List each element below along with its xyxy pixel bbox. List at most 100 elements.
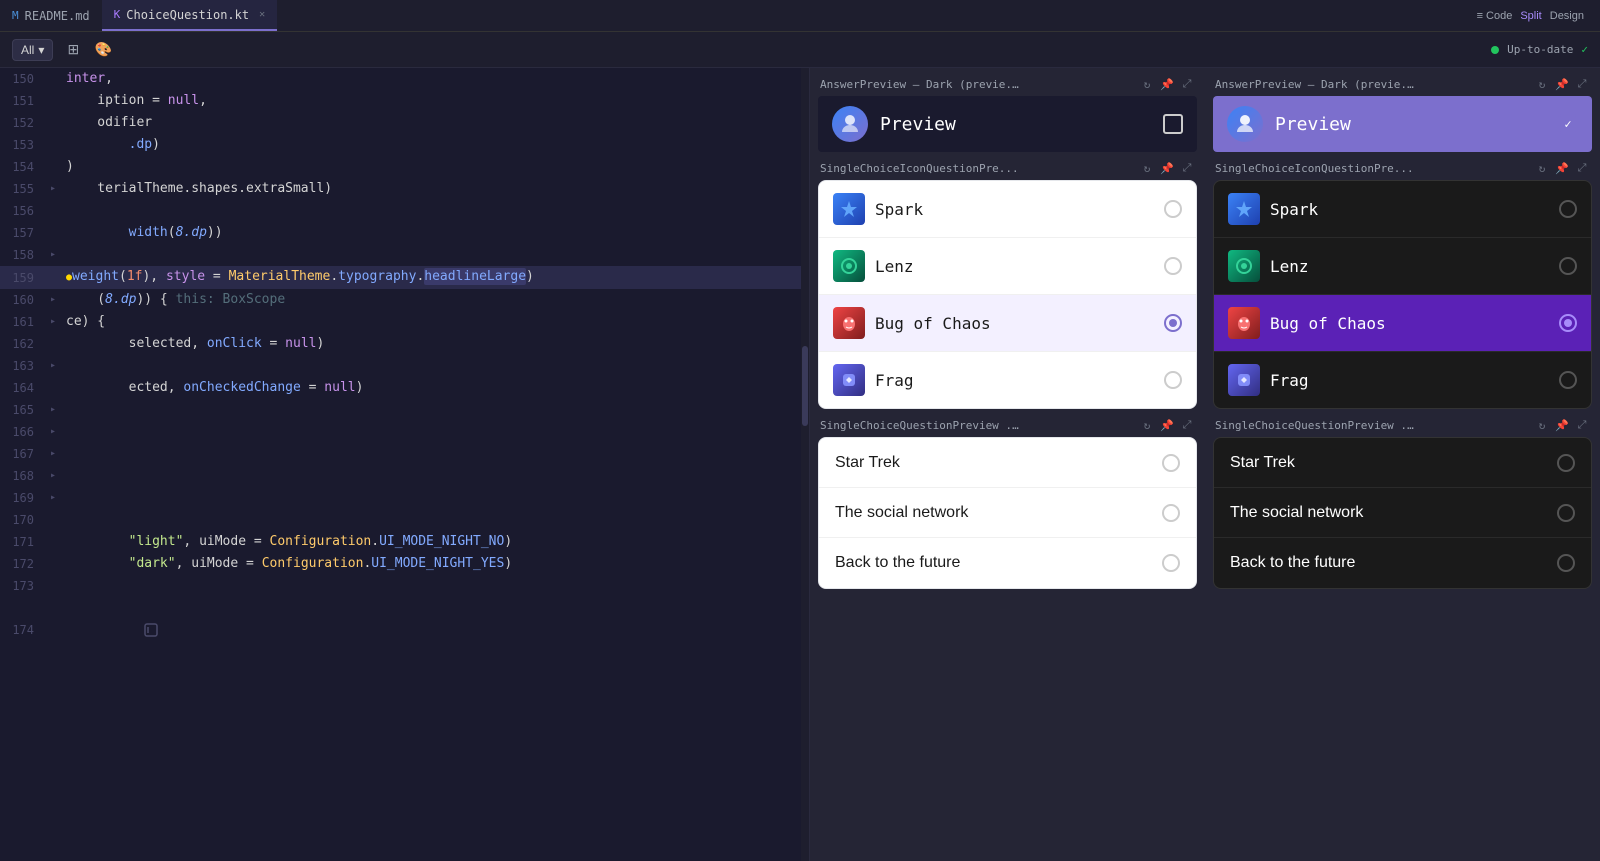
md-icon: M (12, 9, 19, 22)
tab-readme[interactable]: M README.md (0, 0, 102, 31)
answer-preview-label-right: Preview (1275, 114, 1546, 135)
code-line-155: 155 ▸ terialTheme.shapes.extraSmall) (0, 178, 809, 200)
status-area: Up-to-date ✓ (1491, 43, 1588, 56)
refresh-icon-left-2[interactable]: ↻ (1139, 160, 1155, 176)
simple-choice-back-to-future-right[interactable]: Back to the future (1214, 538, 1591, 588)
expand-icon-left-1[interactable]: ⤢ (1179, 76, 1195, 92)
simple-choice-social-network-left[interactable]: The social network (819, 488, 1196, 538)
simple-choice-social-network-right[interactable]: The social network (1214, 488, 1591, 538)
pin-icon-left-2[interactable]: 📌 (1159, 160, 1175, 176)
radio-social-network-right[interactable] (1557, 504, 1575, 522)
code-line-154: 154 ) (0, 156, 809, 178)
choice-item-bug-left[interactable]: Bug of Chaos (819, 295, 1196, 352)
preview-header-left-3: SingleChoiceQuestionPreview ... ↻ 📌 ⤢ (818, 417, 1197, 433)
design-mode-button[interactable]: Design (1550, 10, 1584, 22)
choice-item-frag-right[interactable]: Frag (1214, 352, 1591, 408)
radio-back-to-future-left[interactable] (1162, 554, 1180, 572)
pin-icon-left-1[interactable]: 📌 (1159, 76, 1175, 92)
code-line-173: 173 (0, 575, 809, 597)
choice-item-spark-left[interactable]: Spark (819, 181, 1196, 238)
radio-frag-left[interactable] (1164, 371, 1182, 389)
code-line-165: 165 ▸ (0, 399, 809, 421)
answer-preview-checkbox-right[interactable]: ✓ (1558, 114, 1578, 134)
code-line-168: 168 ▸ (0, 465, 809, 487)
preview-right-column: AnswerPreview – Dark (previe... ↻ 📌 ⤢ (1205, 68, 1600, 861)
answer-preview-checkbox-left[interactable] (1163, 114, 1183, 134)
tab-choice-question[interactable]: K ChoiceQuestion.kt ✕ (102, 0, 277, 31)
radio-bug-left[interactable] (1164, 314, 1182, 332)
radio-lenz-right[interactable] (1559, 257, 1577, 275)
choice-item-bug-right[interactable]: Bug of Chaos (1214, 295, 1591, 352)
answer-preview-purple-widget-right: Preview ✓ (1213, 96, 1592, 152)
code-line-159: 159 ●weight(1f), style = MaterialTheme.t… (0, 266, 809, 289)
choice-text-bug-right: Bug of Chaos (1270, 314, 1549, 333)
refresh-icon-left-3[interactable]: ↻ (1139, 417, 1155, 433)
refresh-icon-right-2[interactable]: ↻ (1534, 160, 1550, 176)
code-line-171: 171 "light", uiMode = Configuration.UI_M… (0, 531, 809, 553)
status-text: Up-to-date (1507, 43, 1573, 56)
pin-icon-left-3[interactable]: 📌 (1159, 417, 1175, 433)
scrollbar[interactable] (801, 68, 809, 861)
answer-preview-dark-widget-left: Preview (818, 96, 1197, 152)
preview-header-icons-right-2: ↻ 📌 ⤢ (1534, 160, 1590, 176)
single-choice-icon-section-right: SingleChoiceIconQuestionPre... ↻ 📌 ⤢ (1213, 160, 1592, 409)
radio-social-network-left[interactable] (1162, 504, 1180, 522)
preview-left-column: AnswerPreview – Dark (previe... ↻ 📌 ⤢ (810, 68, 1205, 861)
radio-star-trek-right[interactable] (1557, 454, 1575, 472)
code-line-153: 153 .dp) (0, 134, 809, 156)
tab-close-icon[interactable]: ✕ (259, 9, 265, 20)
expand-icon-right-3[interactable]: ⤢ (1574, 417, 1590, 433)
avatar-lenz-right (1228, 250, 1260, 282)
code-content: 150 inter, 151 iption = null, 152 odifie… (0, 68, 809, 861)
split-mode-button[interactable]: Split (1520, 10, 1541, 22)
kt-icon: K (114, 8, 121, 21)
radio-bug-right[interactable] (1559, 314, 1577, 332)
simple-choice-back-to-future-left[interactable]: Back to the future (819, 538, 1196, 588)
code-line-162: 162 selected, onClick = null) (0, 333, 809, 355)
simple-choice-text-star-trek-left: Star Trek (835, 454, 1162, 472)
preview-header-icons-left-2: ↻ 📌 ⤢ (1139, 160, 1195, 176)
choice-item-frag-left[interactable]: Frag (819, 352, 1196, 408)
simple-choice-section-right: SingleChoiceQuestionPreview ... ↻ 📌 ⤢ St… (1213, 417, 1592, 589)
choice-item-lenz-right[interactable]: Lenz (1214, 238, 1591, 295)
simple-choice-star-trek-right[interactable]: Star Trek (1214, 438, 1591, 488)
refresh-icon-right-3[interactable]: ↻ (1534, 417, 1550, 433)
avatar-bug-right (1228, 307, 1260, 339)
palette-icon[interactable]: 🎨 (91, 38, 115, 62)
filter-area: All ▾ ⊞ 🎨 (12, 38, 115, 62)
expand-icon-left-2[interactable]: ⤢ (1179, 160, 1195, 176)
radio-lenz-left[interactable] (1164, 257, 1182, 275)
preview-header-right-2: SingleChoiceIconQuestionPre... ↻ 📌 ⤢ (1213, 160, 1592, 176)
radio-frag-right[interactable] (1559, 371, 1577, 389)
simple-choice-star-trek-left[interactable]: Star Trek (819, 438, 1196, 488)
choice-list-left: Spark Lenz (818, 180, 1197, 409)
avatar-frag-left (833, 364, 865, 396)
avatar-bug-left (833, 307, 865, 339)
all-filter-dropdown[interactable]: All ▾ (12, 39, 53, 61)
choice-text-frag-right: Frag (1270, 371, 1549, 390)
simple-choice-text-back-to-future-right: Back to the future (1230, 554, 1557, 572)
choice-text-lenz-right: Lenz (1270, 257, 1549, 276)
choice-item-lenz-left[interactable]: Lenz (819, 238, 1196, 295)
tab-choice-label: ChoiceQuestion.kt (126, 8, 249, 22)
radio-star-trek-left[interactable] (1162, 454, 1180, 472)
pin-icon-right-2[interactable]: 📌 (1554, 160, 1570, 176)
choice-item-spark-right[interactable]: Spark (1214, 181, 1591, 238)
expand-icon-right-1[interactable]: ⤢ (1574, 76, 1590, 92)
code-mode-button[interactable]: ≡ Code (1477, 10, 1513, 22)
pin-icon-right-1[interactable]: 📌 (1554, 76, 1570, 92)
radio-back-to-future-right[interactable] (1557, 554, 1575, 572)
code-line-169: 169 ▸ (0, 487, 809, 509)
expand-icon-left-3[interactable]: ⤢ (1179, 417, 1195, 433)
radio-spark-right[interactable] (1559, 200, 1577, 218)
refresh-icon-left-1[interactable]: ↻ (1139, 76, 1155, 92)
expand-icon-right-2[interactable]: ⤢ (1574, 160, 1590, 176)
refresh-icon-right-1[interactable]: ↻ (1534, 76, 1550, 92)
preview-panel: AnswerPreview – Dark (previe... ↻ 📌 ⤢ (810, 68, 1600, 861)
radio-spark-left[interactable] (1164, 200, 1182, 218)
pin-icon-right-3[interactable]: 📌 (1554, 417, 1570, 433)
single-choice-icon-title-right: SingleChoiceIconQuestionPre... (1215, 162, 1414, 175)
grid-view-icon[interactable]: ⊞ (61, 38, 85, 62)
code-line-174: 174 (0, 597, 809, 663)
code-line-163: 163 ▸ (0, 355, 809, 377)
